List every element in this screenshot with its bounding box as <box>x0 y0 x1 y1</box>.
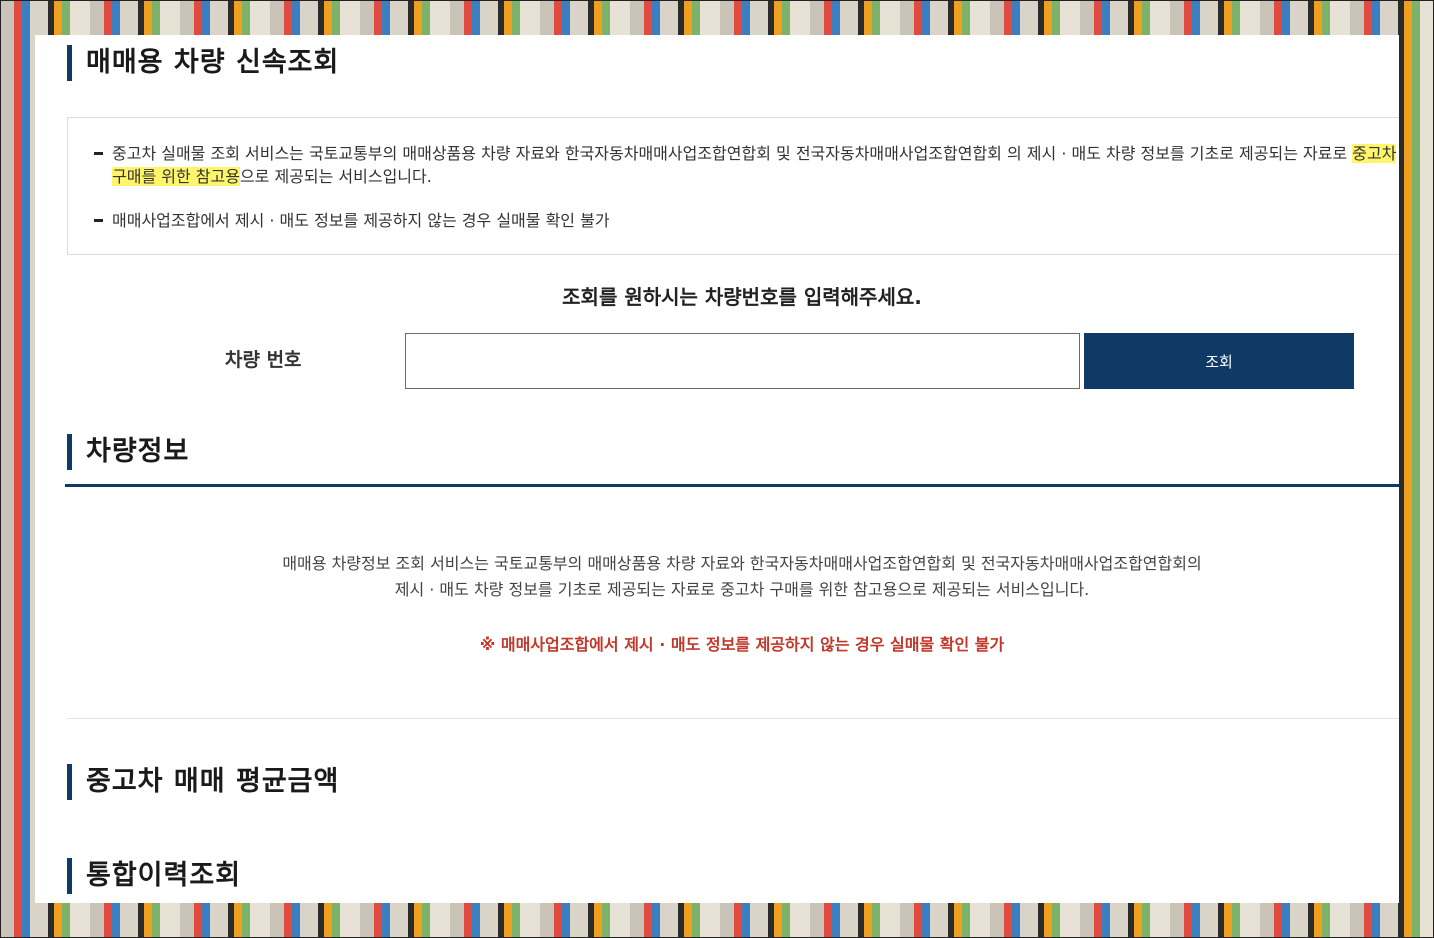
info-text-line2: 제시 · 매도 차량 정보를 기초로 제공되는 자료로 중고차 구매를 위한 참… <box>394 580 1090 599</box>
notice-item-unavailable: 매매사업조합에서 제시 · 매도 정보를 제공하지 않는 경우 실매물 확인 불… <box>94 209 1398 232</box>
section-title-quick-lookup: 매매용 차량 신속조회 <box>67 45 339 81</box>
notice-text-part2: 으로 제공되는 서비스입니다. <box>239 167 432 186</box>
notice-box: 중고차 실매물 조회 서비스는 국토교통부의 매매상품용 차량 자료와 한국자동… <box>67 117 1399 255</box>
plate-number-label: 차량 번호 <box>225 349 302 371</box>
section-divider <box>65 484 1399 487</box>
search-button[interactable]: 조회 <box>1084 333 1354 389</box>
info-warning: ※ 매매사업조합에서 제시 · 매도 정보를 제공하지 않는 경우 실매물 확인… <box>479 635 1005 654</box>
notice-item-service-description: 중고차 실매물 조회 서비스는 국토교통부의 매매상품용 차량 자료와 한국자동… <box>94 142 1398 188</box>
section-title-integrated-history[interactable]: 통합이력조회 <box>67 858 241 894</box>
section-title-vehicle-info: 차량정보 <box>67 434 189 470</box>
section-title-average-price[interactable]: 중고차 매매 평균금액 <box>67 764 339 800</box>
search-prompt: 조회를 원하시는 차량번호를 입력해주세요. <box>562 285 922 309</box>
main-panel: 매매용 차량 신속조회 중고차 실매물 조회 서비스는 국토교통부의 매매상품용… <box>35 35 1399 903</box>
info-text-line1: 매매용 차량정보 조회 서비스는 국토교통부의 매매상품용 차량 자료와 한국자… <box>282 554 1202 573</box>
plate-number-input[interactable] <box>405 333 1080 389</box>
notice-text-part1: 중고차 실매물 조회 서비스는 국토교통부의 매매상품용 차량 자료와 한국자동… <box>112 144 1353 163</box>
vehicle-info-box: 매매용 차량정보 조회 서비스는 국토교통부의 매매상품용 차량 자료와 한국자… <box>67 513 1399 719</box>
